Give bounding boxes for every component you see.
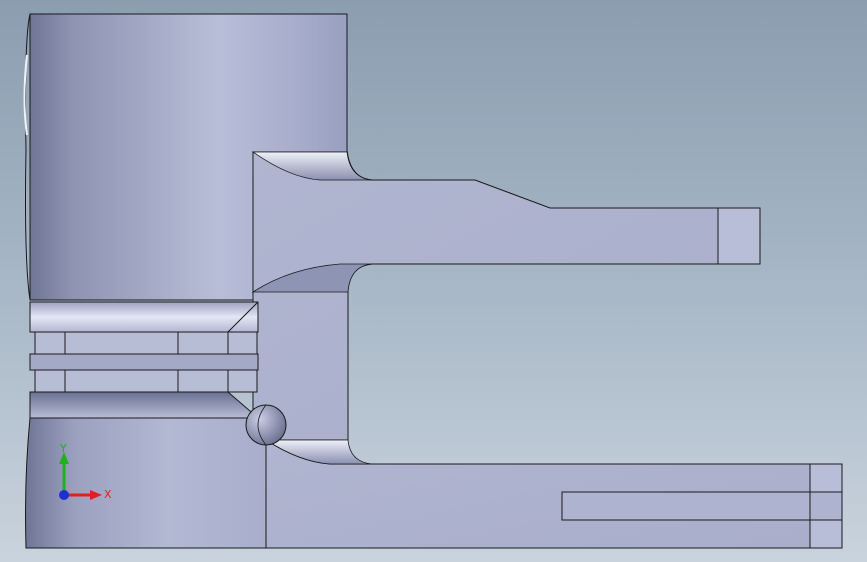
groove-slot-1 <box>34 331 258 355</box>
base-slot <box>561 491 843 521</box>
arm-end-cap <box>717 207 761 265</box>
part-model[interactable] <box>0 0 867 562</box>
z-axis <box>59 490 69 500</box>
coordinate-triad: Y X <box>59 442 112 501</box>
pivot-ball <box>245 404 287 446</box>
groove-slot-2 <box>34 369 258 393</box>
graphics-viewport[interactable]: Y X <box>0 0 867 562</box>
arm-face <box>252 151 761 441</box>
groove-upper-plate <box>29 301 259 333</box>
groove-lower-chamfer <box>29 391 260 419</box>
y-axis-label: Y <box>59 442 67 455</box>
groove-core <box>29 353 259 371</box>
x-axis-label: X <box>104 488 112 501</box>
